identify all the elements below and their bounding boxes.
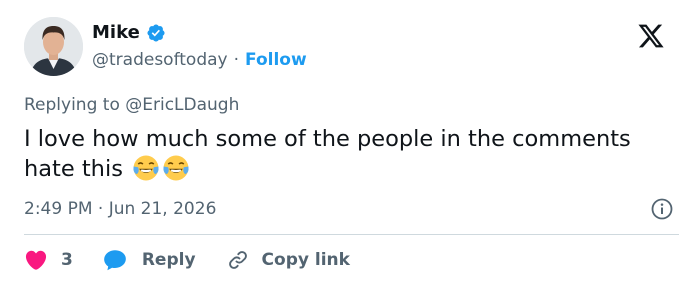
author-handle-row: @tradesoftoday · Follow [92, 50, 307, 70]
follow-button[interactable]: Follow [245, 50, 307, 70]
divider [24, 234, 679, 235]
x-logo-icon[interactable] [636, 22, 666, 50]
link-icon [228, 251, 247, 269]
tweet-text: I love how much some of the people in th… [24, 124, 644, 184]
author-name[interactable]: Mike [92, 22, 140, 43]
timestamp[interactable]: 2:49 PM · Jun 21, 2026 [24, 199, 216, 219]
face-with-tears-of-joy-icon [163, 155, 189, 181]
like-button[interactable]: 3 [24, 248, 73, 272]
reply-button[interactable]: Reply [102, 247, 196, 273]
reply-label: Reply [141, 250, 196, 270]
face-with-tears-of-joy-icon [133, 155, 159, 181]
info-icon[interactable] [650, 197, 674, 221]
replying-handle[interactable]: @EricLDaugh [125, 95, 239, 115]
author-handle[interactable]: @tradesoftoday [92, 50, 228, 70]
tweet-body: I love how much some of the people in th… [24, 126, 631, 182]
author-name-row: Mike [92, 22, 166, 43]
copy-link-button[interactable]: Copy link [226, 248, 350, 272]
reply-bubble-icon [104, 250, 126, 271]
avatar-photo [24, 17, 83, 76]
copy-link-label: Copy link [261, 250, 350, 270]
replying-to: Replying to @EricLDaugh [24, 95, 239, 115]
like-count: 3 [61, 250, 73, 270]
heart-icon [25, 250, 47, 270]
replying-prefix: Replying to [24, 95, 120, 115]
avatar[interactable] [24, 17, 83, 76]
verified-badge-icon [147, 23, 165, 42]
separator-dot: · [233, 50, 240, 70]
action-bar: 3 Reply Copy link [24, 246, 350, 274]
